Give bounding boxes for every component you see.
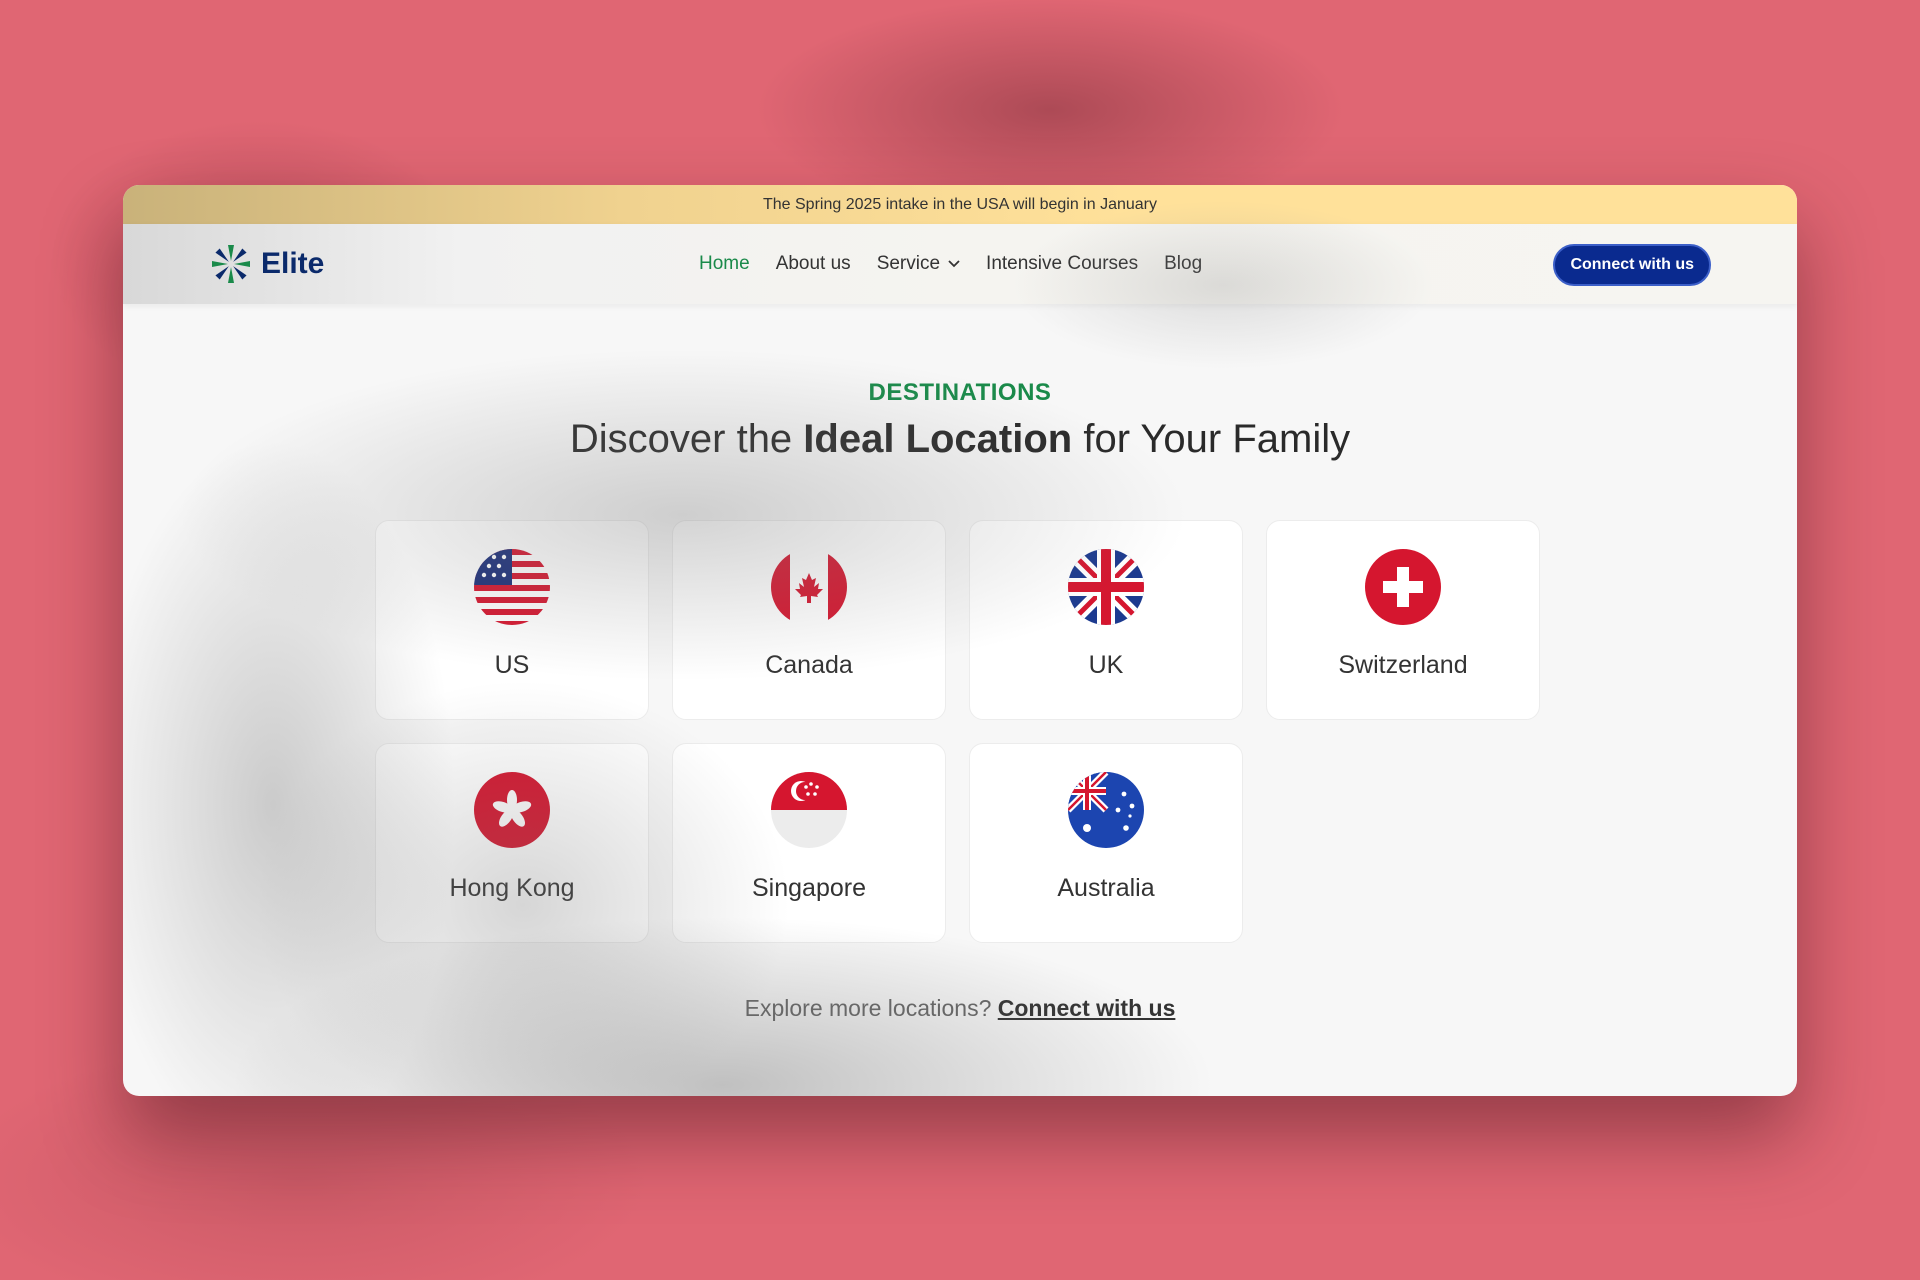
destination-label: Singapore <box>752 874 866 902</box>
announcement-bar: The Spring 2025 intake in the USA will b… <box>123 185 1797 224</box>
brand-logo[interactable]: Elite <box>209 242 324 286</box>
destination-label: Canada <box>765 651 853 679</box>
destination-label: Switzerland <box>1338 651 1468 679</box>
explore-more: Explore more locations? Connect with us <box>123 995 1797 1022</box>
destination-card-hong-kong[interactable]: Hong Kong <box>375 743 649 943</box>
elite-logo-icon <box>212 245 250 283</box>
switzerland-flag-icon <box>1365 549 1441 625</box>
nav-service-label: Service <box>876 253 941 274</box>
destination-label: US <box>494 651 530 679</box>
nav-about-us[interactable]: About us <box>776 253 851 275</box>
connect-button[interactable]: Connect with us <box>1553 244 1711 286</box>
headline-post: for Your Family <box>1072 417 1351 461</box>
destination-label: Hong Kong <box>449 874 575 902</box>
explore-prompt: Explore more locations? <box>744 995 992 1021</box>
destination-card-us[interactable]: US <box>375 520 649 720</box>
destinations-section: DESTINATIONS Discover the Ideal Location… <box>123 379 1797 462</box>
singapore-flag-icon <box>771 772 847 848</box>
nav-intensive-courses[interactable]: Intensive Courses <box>986 253 1138 275</box>
nav-home[interactable]: Home <box>699 253 750 275</box>
destination-card-switzerland[interactable]: Switzerland <box>1266 520 1540 720</box>
headline-pre: Discover the <box>569 417 804 461</box>
canada-flag-icon <box>771 549 847 625</box>
section-headline: Discover the Ideal Location for Your Fam… <box>123 417 1797 462</box>
nav-blog[interactable]: Blog <box>1164 253 1202 275</box>
australia-flag-icon <box>1068 772 1144 848</box>
destination-card-uk[interactable]: UK <box>969 520 1243 720</box>
hong-kong-flag-icon <box>474 772 550 848</box>
connect-link[interactable]: Connect with us <box>998 995 1176 1021</box>
destination-label: Australia <box>1057 874 1155 902</box>
top-navigation: Elite Home About us Service Intensive Co… <box>123 224 1797 304</box>
destination-grid: US Canada UK Switzerland Hong Kong Singa… <box>375 520 1540 943</box>
destination-card-canada[interactable]: Canada <box>672 520 946 720</box>
brand-name: Elite <box>261 247 325 280</box>
browser-window: The Spring 2025 intake in the USA will b… <box>123 185 1797 1096</box>
uk-flag-icon <box>1068 549 1144 625</box>
us-flag-icon <box>474 549 550 625</box>
section-eyebrow: DESTINATIONS <box>868 379 1052 406</box>
announcement-text: The Spring 2025 intake in the USA will b… <box>762 195 1157 213</box>
destination-card-singapore[interactable]: Singapore <box>672 743 946 943</box>
destination-card-australia[interactable]: Australia <box>969 743 1243 943</box>
chevron-down-icon <box>948 260 960 268</box>
main-menu: Home About us Service Intensive Courses … <box>699 224 1202 304</box>
nav-service[interactable]: Service <box>877 253 960 275</box>
headline-bold: Ideal Location <box>803 417 1073 461</box>
destination-label: UK <box>1088 651 1124 679</box>
